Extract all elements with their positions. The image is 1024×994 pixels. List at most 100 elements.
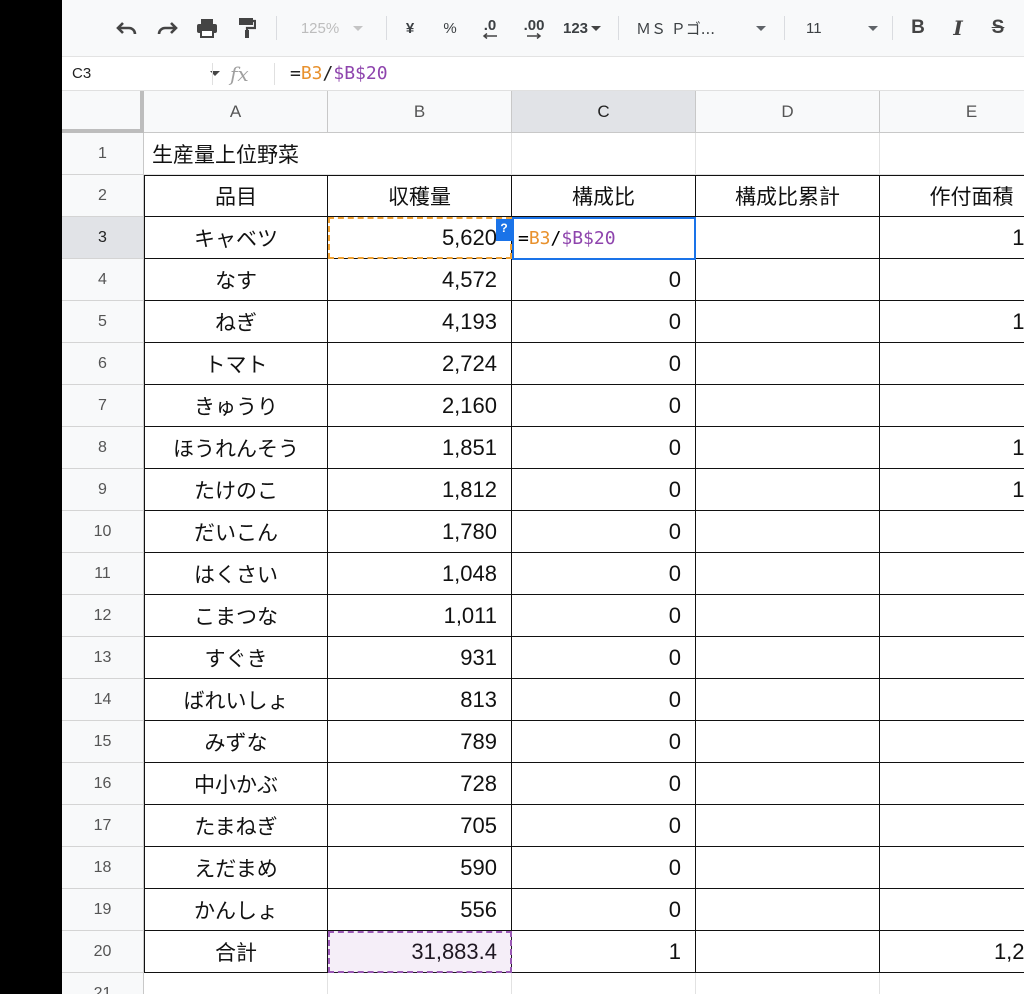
cell-a13[interactable]: すぐき <box>144 637 328 679</box>
cell-d20[interactable] <box>696 931 880 973</box>
cell-a1[interactable]: 生産量上位野菜 <box>144 133 328 175</box>
cell-b20[interactable]: 31,883.4 <box>328 931 512 973</box>
cell-a18[interactable]: えだまめ <box>144 847 328 889</box>
cell-d15[interactable] <box>696 721 880 763</box>
cell-e13[interactable]: 27 <box>880 637 1024 679</box>
paint-format-button[interactable] <box>230 12 264 44</box>
cell-d3[interactable] <box>696 217 880 259</box>
cell-b12[interactable]: 1,011 <box>328 595 512 637</box>
zoom-select[interactable]: 125% <box>288 12 376 44</box>
row-header-13[interactable]: 13 <box>62 637 144 679</box>
cell-e17[interactable]: 22 <box>880 805 1024 847</box>
more-formats-button[interactable]: 123 <box>556 12 608 44</box>
column-header-b[interactable]: B <box>328 91 512 133</box>
cell-b18[interactable]: 590 <box>328 847 512 889</box>
cell-b10[interactable]: 1,780 <box>328 511 512 553</box>
cell-a9[interactable]: たけのこ <box>144 469 328 511</box>
row-header-1[interactable]: 1 <box>62 133 144 175</box>
row-header-19[interactable]: 19 <box>62 889 144 931</box>
row-header-9[interactable]: 9 <box>62 469 144 511</box>
currency-format-button[interactable]: ¥ <box>396 12 424 44</box>
cell-a17[interactable]: たまねぎ <box>144 805 328 847</box>
cell-a6[interactable]: トマト <box>144 343 328 385</box>
column-header-c[interactable]: C <box>512 91 696 133</box>
cell-a15[interactable]: みずな <box>144 721 328 763</box>
cell-d5[interactable] <box>696 301 880 343</box>
cell-e8[interactable]: 125 <box>880 427 1024 469</box>
cell-d1[interactable] <box>696 133 880 175</box>
row-header-5[interactable]: 5 <box>62 301 144 343</box>
cell-a2[interactable]: 品目 <box>144 175 328 217</box>
cell-b6[interactable]: 2,724 <box>328 343 512 385</box>
cell-e20[interactable]: 1,230 <box>880 931 1024 973</box>
cell-e15[interactable]: 40 <box>880 721 1024 763</box>
cell-b21[interactable] <box>328 973 512 994</box>
cell-b2[interactable]: 収穫量 <box>328 175 512 217</box>
cell-d7[interactable] <box>696 385 880 427</box>
cell-c7[interactable]: 0 <box>512 385 696 427</box>
cell-c12[interactable]: 0 <box>512 595 696 637</box>
cell-c9[interactable]: 0 <box>512 469 696 511</box>
row-header-3[interactable]: 3 <box>62 217 144 259</box>
cell-e5[interactable]: 169 <box>880 301 1024 343</box>
row-header-7[interactable]: 7 <box>62 385 144 427</box>
cell-d10[interactable] <box>696 511 880 553</box>
percent-format-button[interactable]: % <box>436 12 464 44</box>
row-header-8[interactable]: 8 <box>62 427 144 469</box>
cell-d6[interactable] <box>696 343 880 385</box>
cell-a3[interactable]: キャベツ <box>144 217 328 259</box>
row-header-18[interactable]: 18 <box>62 847 144 889</box>
cell-c11[interactable]: 0 <box>512 553 696 595</box>
cell-e6[interactable]: 58 <box>880 343 1024 385</box>
cell-d8[interactable] <box>696 427 880 469</box>
cell-a10[interactable]: だいこん <box>144 511 328 553</box>
cell-b5[interactable]: 4,193 <box>328 301 512 343</box>
cell-a5[interactable]: ねぎ <box>144 301 328 343</box>
cell-d9[interactable] <box>696 469 880 511</box>
cell-e3[interactable]: 146 <box>880 217 1024 259</box>
row-header-11[interactable]: 11 <box>62 553 144 595</box>
cell-e7[interactable]: 51 <box>880 385 1024 427</box>
cell-d19[interactable] <box>696 889 880 931</box>
cell-d14[interactable] <box>696 679 880 721</box>
formula-input[interactable]: = B3/$B$20 <box>290 57 388 90</box>
italic-button[interactable]: I <box>944 12 972 44</box>
cell-b17[interactable]: 705 <box>328 805 512 847</box>
cell-e19[interactable]: 39 <box>880 889 1024 931</box>
cell-a11[interactable]: はくさい <box>144 553 328 595</box>
font-size-select[interactable]: 11 <box>798 12 888 44</box>
formula-help-button[interactable]: ? <box>496 219 512 241</box>
bold-button[interactable]: B <box>904 12 932 44</box>
increase-decimal-button[interactable]: .00 <box>516 12 552 44</box>
row-header-14[interactable]: 14 <box>62 679 144 721</box>
cell-d17[interactable] <box>696 805 880 847</box>
cell-b15[interactable]: 789 <box>328 721 512 763</box>
cell-a14[interactable]: ばれいしょ <box>144 679 328 721</box>
cell-e18[interactable]: 57 <box>880 847 1024 889</box>
cell-a16[interactable]: 中小かぶ <box>144 763 328 805</box>
cell-d16[interactable] <box>696 763 880 805</box>
row-header-20[interactable]: 20 <box>62 931 144 973</box>
cell-c19[interactable]: 0 <box>512 889 696 931</box>
redo-button[interactable] <box>150 12 184 44</box>
cell-d11[interactable] <box>696 553 880 595</box>
cell-a12[interactable]: こまつな <box>144 595 328 637</box>
cell-c14[interactable]: 0 <box>512 679 696 721</box>
row-header-4[interactable]: 4 <box>62 259 144 301</box>
cell-c5[interactable]: 0 <box>512 301 696 343</box>
cell-c4[interactable]: 0 <box>512 259 696 301</box>
cell-c16[interactable]: 0 <box>512 763 696 805</box>
cell-b1[interactable] <box>328 133 512 175</box>
cell-b16[interactable]: 728 <box>328 763 512 805</box>
cell-e10[interactable]: 52 <box>880 511 1024 553</box>
cell-e14[interactable]: 42 <box>880 679 1024 721</box>
cell-e11[interactable]: 29 <box>880 553 1024 595</box>
row-header-16[interactable]: 16 <box>62 763 144 805</box>
cell-b19[interactable]: 556 <box>328 889 512 931</box>
cell-e21[interactable] <box>880 973 1024 994</box>
cell-c8[interactable]: 0 <box>512 427 696 469</box>
row-header-6[interactable]: 6 <box>62 343 144 385</box>
cell-c13[interactable]: 0 <box>512 637 696 679</box>
name-box[interactable]: C3 <box>72 57 220 90</box>
cell-a20[interactable]: 合計 <box>144 931 328 973</box>
